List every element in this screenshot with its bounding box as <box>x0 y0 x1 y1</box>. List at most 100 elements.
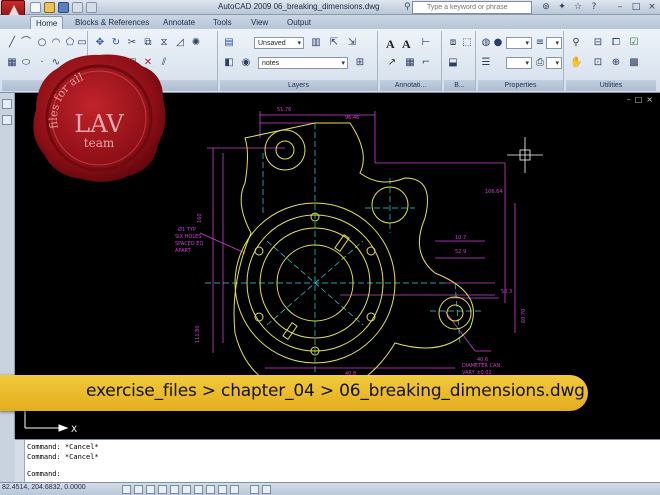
lineweight-icon[interactable]: ≡ <box>534 37 546 49</box>
annotation-panel-label[interactable]: Annotati... <box>380 80 441 91</box>
layer-properties-icon[interactable]: ▤ <box>223 37 235 49</box>
tab-output[interactable]: Output <box>282 16 316 29</box>
create-block-icon[interactable]: ⬚ <box>461 37 473 49</box>
otrack-toggle-icon[interactable] <box>182 485 191 494</box>
command-window[interactable]: Command: *Cancel* Command: *Cancel* Comm… <box>15 439 660 483</box>
svg-text:10.7: 10.7 <box>455 235 466 241</box>
undo-icon[interactable] <box>72 2 83 13</box>
layer-previous-icon[interactable]: ⇱ <box>328 37 340 49</box>
layer-combo[interactable]: notes <box>258 57 348 69</box>
arc-tool-icon[interactable]: ◠ <box>50 37 62 49</box>
dimension-text: 51.76 96.46 160 111.80 106.64 10.7 52.9 … <box>195 107 527 377</box>
tab-annotate[interactable]: Annotate <box>158 16 200 29</box>
polygon-tool-icon[interactable]: ⬠ <box>64 37 76 49</box>
mirror-tool-icon[interactable]: ⧖ <box>158 37 170 49</box>
open-folder-icon[interactable] <box>44 2 55 13</box>
title-bar: AutoCAD 2009 06_breaking_dimensions.dwg … <box>0 0 660 15</box>
layer-state-combo[interactable]: Unsaved <box>254 37 304 49</box>
plot-style-icon[interactable]: ⎙ <box>534 57 546 69</box>
palette-toggle-icon[interactable] <box>2 99 12 109</box>
note-diameter: DIAMETER CAN <box>462 363 500 369</box>
binoculars-icon[interactable]: ⊚ <box>540 1 552 13</box>
communication-center-icon[interactable]: ✦ <box>556 1 568 13</box>
match-properties-icon[interactable]: ◍ <box>480 37 492 49</box>
rectangle-tool-icon[interactable]: ▭ <box>76 37 88 49</box>
properties-toggle-icon[interactable] <box>2 115 12 125</box>
line-tool-icon[interactable]: ╱ <box>6 37 18 49</box>
coordinate-readout[interactable]: 82.4514, 204.6832, 0.0000 <box>2 484 86 491</box>
tab-blocks-references[interactable]: Blocks & References <box>70 16 154 29</box>
tab-tools[interactable]: Tools <box>208 16 237 29</box>
snap-toggle-icon[interactable] <box>122 485 131 494</box>
calculator-icon[interactable]: ▩ <box>628 57 640 69</box>
make-current-icon[interactable]: ◧ <box>223 57 235 69</box>
block-panel-label[interactable]: B... <box>444 80 475 91</box>
close-icon[interactable]: × <box>646 1 658 13</box>
note-six-holes: SIX HOLES <box>175 234 201 240</box>
layout-icon[interactable] <box>262 485 271 494</box>
favorites-star-icon[interactable]: ☆ <box>572 1 584 13</box>
model-space-icon[interactable] <box>250 485 259 494</box>
color-wheel-icon[interactable]: ● <box>492 37 504 49</box>
zoom-icon[interactable]: ⚲ <box>570 37 582 49</box>
linetype-combo[interactable] <box>506 57 532 69</box>
maximize-icon[interactable]: □ <box>630 1 642 13</box>
insert-block-icon[interactable]: ⧈ <box>447 37 459 49</box>
id-point-icon[interactable]: ⊕ <box>610 57 622 69</box>
move-tool-icon[interactable]: ✥ <box>94 37 106 49</box>
minimize-icon[interactable]: – <box>614 1 626 13</box>
drawing-window-controls[interactable]: –□× <box>627 95 657 104</box>
utilities-panel-label[interactable]: Utilities <box>566 80 656 91</box>
properties-panel-label[interactable]: Properties <box>478 80 563 91</box>
note-hole-size: Ø1 TYP <box>178 226 196 233</box>
lineweight-combo[interactable] <box>546 37 562 49</box>
layer-state-manager-icon[interactable]: ▥ <box>310 37 322 49</box>
help-icon[interactable]: ? <box>588 1 600 13</box>
save-icon[interactable] <box>58 2 69 13</box>
command-window-grip[interactable] <box>15 440 25 483</box>
quick-select-icon[interactable]: ⧠ <box>610 37 622 49</box>
multiline-text-icon[interactable]: A <box>386 37 395 52</box>
single-line-text-icon[interactable]: A <box>402 37 411 52</box>
leader-icon[interactable]: ↗ <box>386 57 398 69</box>
command-history-line: Command: *Cancel* <box>27 453 99 461</box>
quick-properties-toggle-icon[interactable] <box>230 485 239 494</box>
hatch-tool-icon[interactable]: ▦ <box>6 57 18 69</box>
search-input[interactable] <box>412 1 532 14</box>
polyline-tool-icon[interactable]: ⌒ <box>20 37 32 49</box>
list-properties-icon[interactable]: ☰ <box>480 57 492 69</box>
area-icon[interactable]: ⊡ <box>592 57 604 69</box>
pan-icon[interactable]: ✋ <box>570 57 582 69</box>
grid-toggle-icon[interactable] <box>134 485 143 494</box>
command-prompt[interactable]: Command: <box>27 470 61 478</box>
trim-tool-icon[interactable]: ✂ <box>126 37 138 49</box>
distance-icon[interactable]: ⊟ <box>592 37 604 49</box>
fillet-tool-icon[interactable]: ◿ <box>174 37 186 49</box>
seal-sub-text: team <box>84 136 115 150</box>
linear-dimension-icon[interactable]: ⊢ <box>420 37 432 49</box>
dyn-toggle-icon[interactable] <box>206 485 215 494</box>
edit-block-icon[interactable]: ⬓ <box>447 57 459 69</box>
layers-panel-label[interactable]: Layers <box>220 80 377 91</box>
ortho-toggle-icon[interactable] <box>146 485 155 494</box>
copy-tool-icon[interactable]: ⧉ <box>142 37 154 49</box>
dimension-style-icon[interactable]: ⌐ <box>420 57 432 69</box>
polar-toggle-icon[interactable] <box>158 485 167 494</box>
tab-view[interactable]: View <box>246 16 273 29</box>
new-file-icon[interactable] <box>30 2 41 13</box>
rotate-tool-icon[interactable]: ↻ <box>110 37 122 49</box>
redo-icon[interactable] <box>86 2 97 13</box>
color-combo[interactable] <box>506 37 532 49</box>
table-icon[interactable]: ▦ <box>404 57 416 69</box>
plot-style-combo[interactable] <box>546 57 562 69</box>
tab-home[interactable]: Home <box>30 16 64 29</box>
layer-walk-icon[interactable]: ⇲ <box>346 37 358 49</box>
ducs-toggle-icon[interactable] <box>194 485 203 494</box>
match-layer-icon[interactable]: ⊞ <box>354 57 366 69</box>
check-icon[interactable]: ☑ <box>628 37 640 49</box>
osnap-toggle-icon[interactable] <box>170 485 179 494</box>
explode-tool-icon[interactable]: ✺ <box>190 37 202 49</box>
autocad-window: AutoCAD 2009 06_breaking_dimensions.dwg … <box>0 0 660 495</box>
circle-tool-icon[interactable]: ○ <box>36 37 48 49</box>
lineweight-toggle-icon[interactable] <box>218 485 227 494</box>
